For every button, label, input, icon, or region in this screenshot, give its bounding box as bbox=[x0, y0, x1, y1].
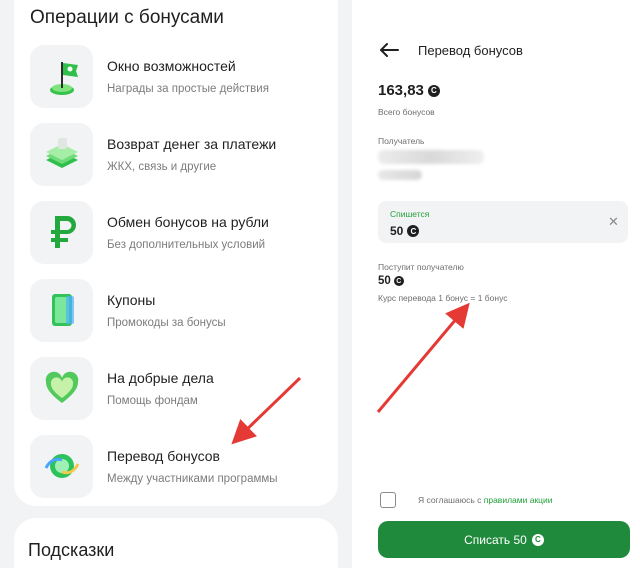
submit-label: Списать 50 bbox=[464, 532, 527, 547]
operation-title: На добрые дела bbox=[107, 369, 214, 386]
bonus-icon: С bbox=[427, 84, 440, 97]
flag-icon bbox=[30, 44, 93, 108]
bonus-icon: С bbox=[393, 276, 404, 286]
operation-title: Перевод бонусов bbox=[107, 447, 220, 464]
exchange-rate-text: Курс перевода 1 бонус = 1 бонус bbox=[378, 293, 508, 303]
bonus-icon: С bbox=[407, 225, 420, 237]
balance-amount: 163,83 С bbox=[378, 82, 440, 99]
screen-title: Перевод бонусов bbox=[418, 43, 523, 58]
operation-opportunity-window[interactable]: Окно возможностей Награды за простые дей… bbox=[30, 43, 330, 109]
coupon-icon bbox=[30, 278, 93, 342]
balance-label: Всего бонусов bbox=[378, 107, 435, 117]
operation-coupons[interactable]: Купоны Промокоды за бонусы bbox=[30, 277, 330, 343]
operation-subtitle: ЖКХ, связь и другие bbox=[107, 160, 217, 173]
operation-subtitle: Промокоды за бонусы bbox=[107, 316, 226, 329]
hints-title: Подсказки bbox=[28, 540, 115, 560]
transfer-screen: Перевод бонусов 163,83 С Всего бонусов П… bbox=[358, 0, 640, 568]
submit-button[interactable]: Списать 50 С bbox=[378, 521, 630, 558]
ruble-icon bbox=[30, 200, 93, 264]
clear-icon[interactable]: ✕ bbox=[608, 214, 619, 230]
agree-prefix: Я соглашаюсь с bbox=[418, 495, 484, 505]
debit-label: Спишется bbox=[390, 209, 430, 219]
recipient-detail-blurred bbox=[378, 170, 422, 180]
recipient-name-blurred[interactable] bbox=[378, 150, 484, 164]
operation-title: Окно возможностей bbox=[107, 57, 236, 74]
operation-subtitle: Между участниками программы bbox=[107, 472, 278, 485]
agree-checkbox[interactable] bbox=[380, 492, 396, 508]
debit-value: 50 bbox=[390, 224, 404, 238]
operations-title: Операции с бонусами bbox=[30, 7, 224, 28]
screenshot: Операции с бонусами Окно возможностей На… bbox=[0, 0, 640, 568]
balance-value: 163,83 bbox=[378, 82, 424, 99]
back-arrow-icon[interactable] bbox=[378, 41, 400, 59]
operation-charity[interactable]: На добрые дела Помощь фондам bbox=[30, 355, 330, 421]
money-stack-icon bbox=[30, 122, 93, 186]
heart-icon bbox=[30, 356, 93, 420]
operation-subtitle: Награды за простые действия bbox=[107, 82, 269, 95]
operation-title: Обмен бонусов на рубли bbox=[107, 213, 269, 230]
bonus-icon: С bbox=[531, 533, 544, 546]
operation-subtitle: Помощь фондам bbox=[107, 394, 198, 407]
operation-transfer-bonuses[interactable]: Перевод бонусов Между участниками програ… bbox=[30, 433, 330, 499]
operation-title: Возврат денег за платежи bbox=[107, 135, 277, 152]
operation-title: Купоны bbox=[107, 291, 156, 308]
agree-text: Я соглашаюсь с правилами акции bbox=[418, 495, 553, 505]
transfer-icon bbox=[30, 434, 93, 498]
rules-link[interactable]: правилами акции bbox=[484, 495, 553, 505]
operation-exchange-rubles[interactable]: Обмен бонусов на рубли Без дополнительны… bbox=[30, 199, 330, 265]
receive-value: 50 bbox=[378, 275, 391, 287]
recipient-label: Получатель bbox=[378, 136, 425, 146]
operation-subtitle: Без дополнительных условий bbox=[107, 238, 266, 251]
receive-amount: 50 С bbox=[378, 275, 404, 287]
receive-label: Поступит получателю bbox=[378, 262, 464, 272]
operation-cashback-payments[interactable]: Возврат денег за платежи ЖКХ, связь и др… bbox=[30, 121, 330, 187]
bonus-operations-panel: Операции с бонусами Окно возможностей На… bbox=[0, 0, 352, 568]
debit-amount: 50 С bbox=[390, 224, 420, 238]
